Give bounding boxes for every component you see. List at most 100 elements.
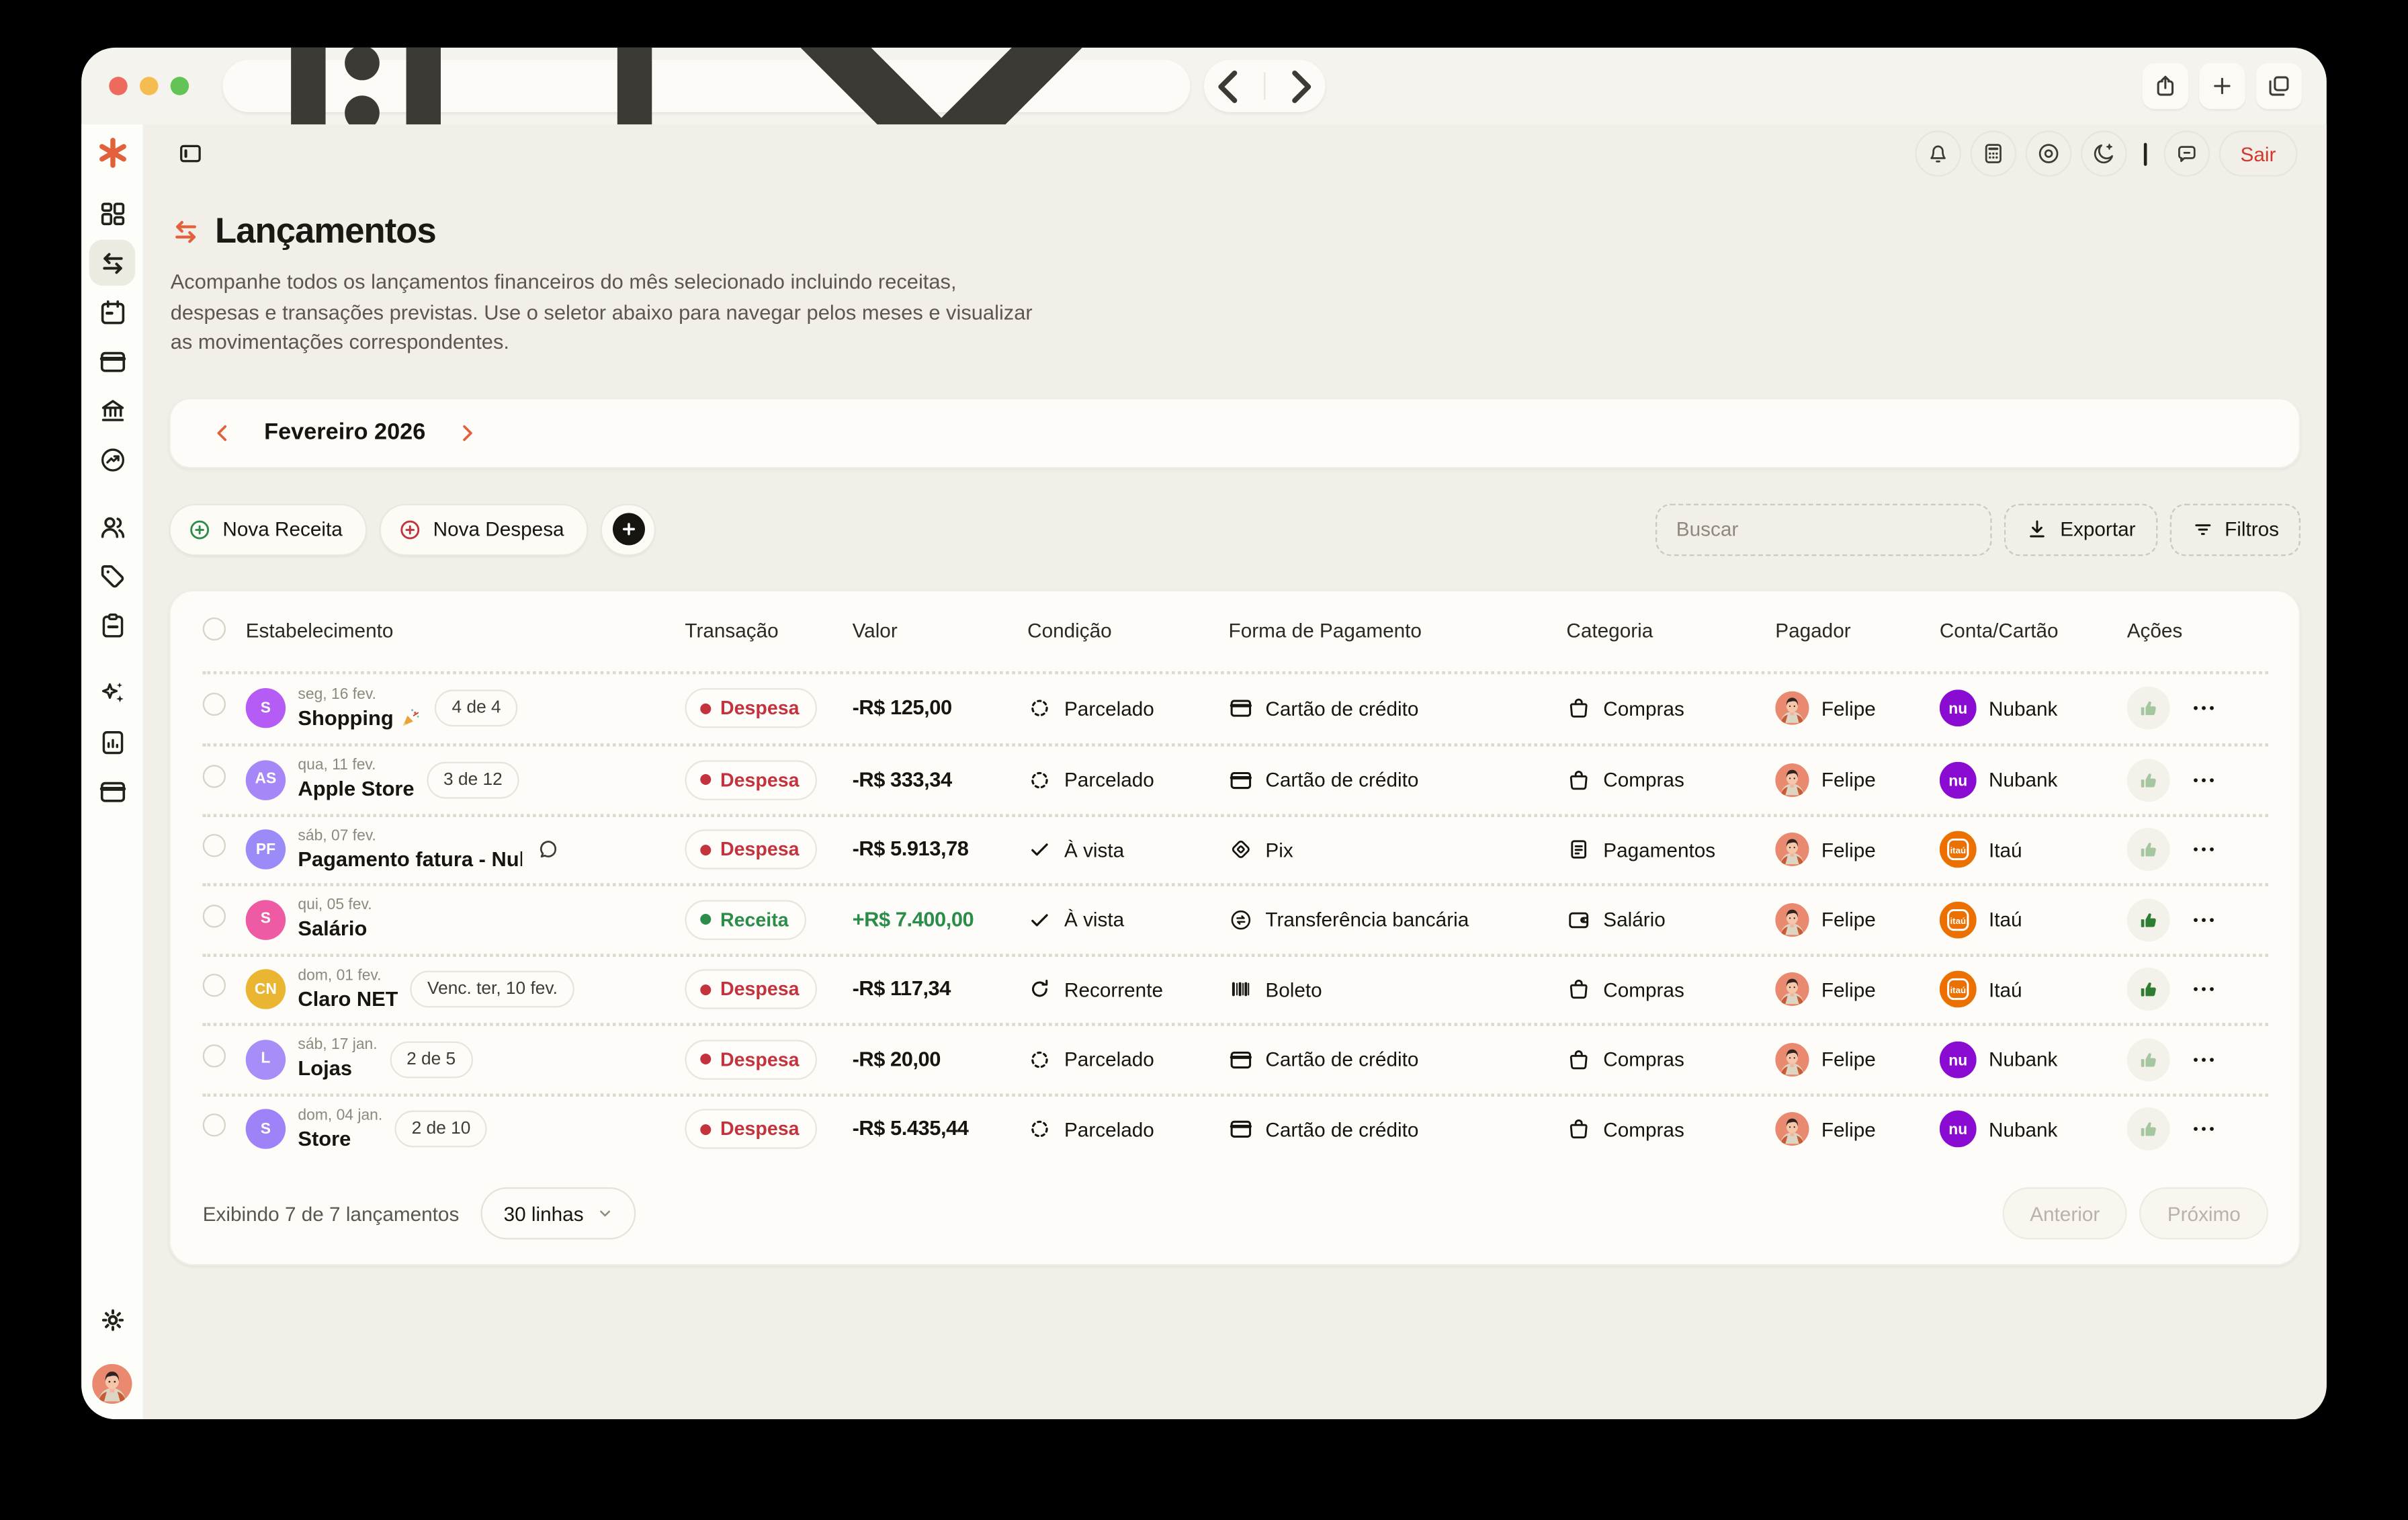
payer-name: Felipe — [1821, 1117, 1876, 1140]
rows-per-page-select[interactable]: 30 linhas — [480, 1187, 636, 1240]
bank-logo: nu — [1940, 761, 1977, 798]
bank-logo: nu — [1940, 1041, 1977, 1078]
sidebar-item-calendar[interactable] — [89, 289, 136, 335]
mark-paid-button[interactable] — [2127, 1038, 2170, 1081]
transaction-value: -R$ 5.435,44 — [853, 1117, 969, 1140]
bank-name: Nubank — [1989, 1048, 2057, 1070]
mark-paid-button[interactable] — [2127, 687, 2170, 730]
row-actions-button[interactable] — [2190, 976, 2217, 1003]
row-actions-button[interactable] — [2190, 836, 2217, 863]
quick-add-button[interactable] — [601, 503, 656, 556]
settings-button[interactable] — [89, 1296, 136, 1343]
privacy-view-button[interactable] — [2026, 130, 2072, 177]
row-checkbox[interactable] — [203, 1114, 226, 1137]
zoom-window-button[interactable] — [171, 77, 189, 95]
payment-method-icon — [1229, 1047, 1254, 1072]
filters-label: Filtros — [2225, 517, 2279, 540]
chevron-left-icon — [1204, 60, 1254, 111]
category-label: Compras — [1603, 1117, 1684, 1140]
row-actions-button[interactable] — [2190, 1046, 2217, 1073]
search-input[interactable] — [1656, 503, 1993, 556]
row-checkbox[interactable] — [203, 1044, 226, 1067]
mark-paid-button[interactable] — [2127, 968, 2170, 1011]
minimize-window-button[interactable] — [140, 77, 158, 95]
screen: Sair Lançamentos Acompanhe todos os lanç… — [0, 0, 2408, 1520]
transaction-date: sáb, 17 jan. — [298, 1037, 377, 1055]
sidebar-item-planning[interactable] — [89, 602, 136, 648]
history-back-button[interactable] — [1204, 60, 1254, 112]
row-checkbox[interactable] — [203, 693, 226, 716]
sidebar-item-subscriptions[interactable] — [89, 768, 136, 814]
column-header-estabelecimento: Estabelecimento — [246, 619, 685, 642]
sidebar-toggle-button[interactable] — [222, 60, 1190, 112]
row-checkbox[interactable] — [203, 835, 226, 857]
sidebar-item-ai-assistant[interactable] — [89, 670, 136, 716]
panel-icon — [177, 140, 204, 167]
feedback-button[interactable] — [2163, 130, 2210, 177]
transaction-value: -R$ 125,00 — [853, 696, 952, 719]
thumbs-up-icon — [2138, 769, 2159, 791]
table-row: AS qua, 11 fev. Apple Store 3 de 12 Desp… — [203, 743, 2268, 813]
sidebar-item-bank-accounts[interactable] — [89, 387, 136, 433]
mark-paid-button[interactable] — [2127, 1108, 2170, 1151]
sidebar — [81, 124, 142, 1419]
new-tab-button[interactable] — [2199, 63, 2245, 110]
row-actions-button[interactable] — [2190, 695, 2217, 722]
user-avatar[interactable] — [92, 1364, 132, 1404]
export-button[interactable]: Exportar — [2005, 503, 2157, 556]
mark-paid-button[interactable] — [2127, 898, 2170, 941]
row-actions-button[interactable] — [2190, 766, 2217, 794]
sidebar-item-tags[interactable] — [89, 553, 136, 599]
notifications-button[interactable] — [1915, 130, 1961, 177]
chevron-down-icon — [597, 1206, 613, 1221]
condition-icon — [1027, 907, 1052, 932]
new-expense-button[interactable]: Nova Despesa — [380, 503, 589, 556]
sidebar-item-transactions[interactable] — [89, 240, 136, 286]
sidebar-item-reports[interactable] — [89, 719, 136, 765]
filters-button[interactable]: Filtros — [2169, 503, 2300, 556]
row-actions-button[interactable] — [2190, 1115, 2217, 1143]
plus-icon — [620, 521, 637, 538]
sidebar-item-cards[interactable] — [89, 338, 136, 384]
category-label: Compras — [1603, 1048, 1684, 1070]
row-checkbox[interactable] — [203, 765, 226, 788]
category-label: Pagamentos — [1603, 838, 1715, 861]
prev-month-button[interactable] — [210, 420, 235, 445]
installment-badge: 4 de 4 — [435, 690, 517, 727]
close-window-button[interactable] — [109, 77, 127, 95]
sidebar-item-performance[interactable] — [89, 436, 136, 482]
tab-overview-button[interactable] — [2256, 63, 2303, 110]
calculator-button[interactable] — [1970, 130, 2016, 177]
payer-name: Felipe — [1821, 838, 1876, 861]
svg-text:itaú: itaú — [1950, 916, 1966, 926]
logout-button[interactable]: Sair — [2219, 130, 2298, 177]
payer-name: Felipe — [1821, 768, 1876, 791]
panel-toggle-button[interactable] — [177, 140, 204, 167]
theme-toggle-button[interactable] — [2081, 130, 2127, 177]
chevron-right-icon — [1275, 60, 1325, 111]
thumbs-up-icon — [2138, 1049, 2159, 1070]
row-checkbox[interactable] — [203, 904, 226, 927]
sidebar-item-dashboard[interactable] — [89, 190, 136, 237]
select-all-checkbox[interactable] — [203, 617, 226, 640]
new-income-button[interactable]: Nova Receita — [169, 503, 367, 556]
share-button[interactable] — [2143, 63, 2189, 110]
merchant-name: Store — [298, 1126, 351, 1152]
thumbs-up-icon — [2138, 698, 2159, 719]
comment-icon[interactable] — [536, 837, 561, 862]
history-forward-button[interactable] — [1275, 60, 1325, 112]
mark-paid-button[interactable] — [2127, 759, 2170, 802]
transaction-date: qui, 05 fev. — [298, 897, 372, 915]
transaction-value: +R$ 7.400,00 — [853, 907, 974, 930]
next-page-button[interactable]: Próximo — [2140, 1187, 2268, 1240]
previous-page-button[interactable]: Anterior — [2002, 1187, 2127, 1240]
gear-icon — [97, 1305, 126, 1334]
row-checkbox[interactable] — [203, 974, 226, 997]
table-row: S qui, 05 fev. Salário Receita +R$ 7.400… — [203, 883, 2268, 953]
sidebar-item-people[interactable] — [89, 504, 136, 550]
next-month-button[interactable] — [455, 420, 480, 445]
payment-method-label: Cartão de crédito — [1265, 768, 1418, 791]
row-actions-button[interactable] — [2190, 906, 2217, 933]
table-row: PF sáb, 07 fev. Pagamento fatura - Nuban… — [203, 813, 2268, 883]
mark-paid-button[interactable] — [2127, 829, 2170, 872]
